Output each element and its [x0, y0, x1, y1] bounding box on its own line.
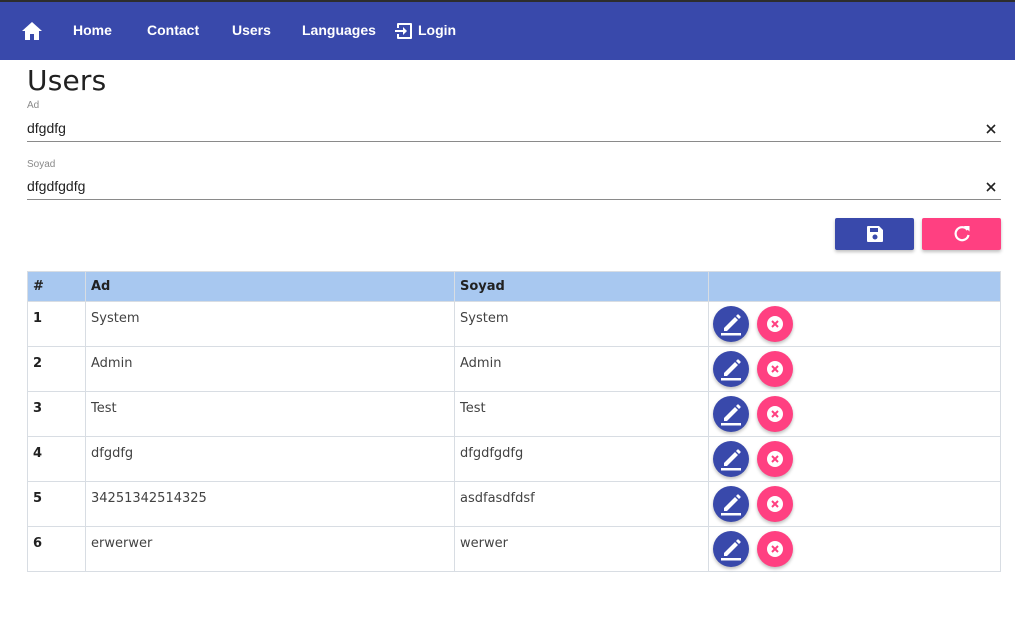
table-row: 4 dfgdfg dfgdfgdfg	[27, 436, 1001, 482]
nav-login-link[interactable]: Login	[418, 22, 456, 38]
delete-button[interactable]	[757, 486, 793, 522]
soyad-field-label: Soyad	[27, 159, 56, 170]
row-number: 2	[27, 346, 86, 392]
delete-button[interactable]	[757, 351, 793, 387]
row-actions	[708, 481, 1001, 527]
row-ad: erwerwer	[85, 526, 455, 572]
edit-button[interactable]	[713, 351, 749, 387]
delete-button[interactable]	[757, 396, 793, 432]
row-actions	[708, 346, 1001, 392]
row-soyad: dfgdfgdfg	[454, 436, 709, 482]
save-button[interactable]	[835, 218, 914, 250]
pencil-icon	[721, 539, 741, 561]
edit-button[interactable]	[713, 441, 749, 477]
row-ad: Test	[85, 391, 455, 437]
pencil-icon	[721, 314, 741, 336]
delete-button[interactable]	[757, 306, 793, 342]
home-icon[interactable]	[22, 22, 42, 40]
row-soyad: werwer	[454, 526, 709, 572]
login-icon[interactable]	[395, 22, 413, 40]
nav-contact-link[interactable]: Contact	[147, 22, 199, 38]
pencil-icon	[721, 449, 741, 471]
nav-languages-link[interactable]: Languages	[302, 22, 376, 38]
delete-button[interactable]	[757, 531, 793, 567]
cancel-icon	[767, 496, 783, 512]
row-ad: Admin	[85, 346, 455, 392]
pencil-icon	[721, 404, 741, 426]
table-header-row: # Ad Soyad	[27, 271, 1001, 302]
cancel-icon	[767, 361, 783, 377]
col-header-ad: Ad	[85, 271, 455, 302]
row-actions	[708, 526, 1001, 572]
row-ad: System	[85, 301, 455, 347]
row-soyad: Admin	[454, 346, 709, 392]
row-number: 3	[27, 391, 86, 437]
cancel-icon	[767, 451, 783, 467]
edit-button[interactable]	[713, 486, 749, 522]
ad-field-label: Ad	[27, 100, 40, 111]
save-icon	[866, 226, 883, 242]
table-row: 5 34251342514325 asdfasdfdsf	[27, 481, 1001, 527]
ad-clear-icon[interactable]	[985, 123, 997, 135]
row-actions	[708, 301, 1001, 347]
row-actions	[708, 436, 1001, 482]
row-actions	[708, 391, 1001, 437]
soyad-input[interactable]	[27, 176, 967, 196]
pencil-icon	[721, 494, 741, 516]
col-header-soyad: Soyad	[454, 271, 709, 302]
reset-button[interactable]	[922, 218, 1001, 250]
row-soyad: Test	[454, 391, 709, 437]
row-soyad: System	[454, 301, 709, 347]
nav-home-link[interactable]: Home	[73, 22, 112, 38]
ad-field: Ad	[27, 100, 1001, 142]
edit-button[interactable]	[713, 531, 749, 567]
row-number: 4	[27, 436, 86, 482]
col-header-actions	[708, 271, 1001, 302]
top-navbar: Home Contact Users Languages Login	[0, 0, 1015, 60]
col-header-number: #	[27, 271, 86, 302]
nav-users-link[interactable]: Users	[232, 22, 271, 38]
row-number: 1	[27, 301, 86, 347]
edit-button[interactable]	[713, 396, 749, 432]
row-number: 6	[27, 526, 86, 572]
delete-button[interactable]	[757, 441, 793, 477]
row-soyad: asdfasdfdsf	[454, 481, 709, 527]
table-row: 2 Admin Admin	[27, 346, 1001, 392]
cancel-icon	[767, 541, 783, 557]
row-ad: dfgdfg	[85, 436, 455, 482]
soyad-field: Soyad	[27, 159, 1001, 200]
row-ad: 34251342514325	[85, 481, 455, 527]
table-row: 3 Test Test	[27, 391, 1001, 437]
table-row: 6 erwerwer werwer	[27, 526, 1001, 572]
users-table: # Ad Soyad 1 System System 2 Admin Admin 3 Test…	[27, 271, 1001, 572]
page-title: Users	[27, 64, 107, 97]
pencil-icon	[721, 359, 741, 381]
ad-input[interactable]	[27, 118, 967, 138]
cancel-icon	[767, 316, 783, 332]
cancel-icon	[767, 406, 783, 422]
refresh-icon	[954, 226, 970, 242]
soyad-clear-icon[interactable]	[985, 181, 997, 193]
row-number: 5	[27, 481, 86, 527]
edit-button[interactable]	[713, 306, 749, 342]
table-row: 1 System System	[27, 301, 1001, 347]
